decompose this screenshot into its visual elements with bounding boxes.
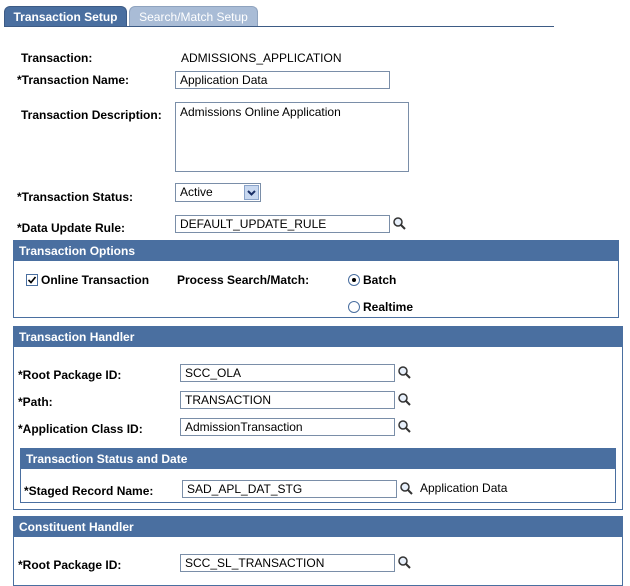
- application-class-id-input[interactable]: AdmissionTransaction: [180, 418, 395, 436]
- staged-record-name-label: *Staged Record Name:: [24, 484, 154, 498]
- data-update-rule-label: *Data Update Rule:: [17, 221, 126, 235]
- transaction-description-label: Transaction Description:: [21, 108, 162, 122]
- root-package-id-input[interactable]: SCC_OLA: [180, 364, 395, 382]
- path-label: *Path:: [18, 395, 53, 409]
- chevron-down-icon[interactable]: [244, 185, 259, 200]
- lookup-icon[interactable]: [397, 365, 412, 380]
- constituent-handler-header: Constituent Handler: [14, 517, 622, 537]
- transaction-status-value: Active: [180, 185, 213, 199]
- transaction-name-input[interactable]: Application Data: [175, 71, 390, 89]
- data-update-rule-input[interactable]: DEFAULT_UPDATE_RULE: [175, 215, 390, 233]
- tab-search-match-setup[interactable]: Search/Match Setup: [129, 6, 258, 27]
- lookup-icon[interactable]: [399, 481, 414, 496]
- radio-selected-dot: [352, 278, 356, 282]
- tab-transaction-setup[interactable]: Transaction Setup: [4, 6, 127, 27]
- lookup-icon[interactable]: [397, 555, 412, 570]
- tab-divider: [4, 26, 554, 27]
- transaction-value: ADMISSIONS_APPLICATION: [181, 51, 342, 65]
- realtime-radio[interactable]: [348, 301, 360, 313]
- transaction-handler-header: Transaction Handler: [14, 327, 622, 347]
- constituent-root-package-id-label: *Root Package ID:: [18, 558, 122, 572]
- transaction-name-label: *Transaction Name:: [17, 73, 130, 87]
- application-class-id-label: *Application Class ID:: [18, 422, 143, 436]
- transaction-status-date-group: Transaction Status and Date *Staged Reco…: [20, 448, 616, 503]
- transaction-status-date-header: Transaction Status and Date: [21, 449, 615, 469]
- batch-radio[interactable]: [348, 274, 360, 286]
- process-search-match-label: Process Search/Match:: [177, 273, 310, 287]
- transaction-description-textarea[interactable]: Admissions Online Application: [175, 102, 409, 172]
- lookup-icon[interactable]: [392, 216, 407, 231]
- lookup-icon[interactable]: [397, 419, 412, 434]
- realtime-label: Realtime: [363, 300, 414, 314]
- constituent-root-package-id-input[interactable]: SCC_SL_TRANSACTION: [180, 554, 395, 572]
- transaction-handler-group: Transaction Handler *Root Package ID: SC…: [13, 326, 623, 510]
- path-input[interactable]: TRANSACTION: [180, 391, 395, 409]
- transaction-options-group: Transaction Options Online Transaction P…: [13, 240, 619, 318]
- lookup-icon[interactable]: [397, 392, 412, 407]
- transaction-status-select[interactable]: Active: [175, 183, 261, 202]
- transaction-options-header: Transaction Options: [14, 241, 618, 261]
- transaction-status-label: *Transaction Status:: [17, 190, 134, 204]
- staged-record-description: Application Data: [420, 481, 508, 495]
- batch-label: Batch: [363, 273, 397, 287]
- staged-record-name-input[interactable]: SAD_APL_DAT_STG: [182, 480, 397, 498]
- transaction-label: Transaction:: [21, 51, 93, 65]
- constituent-handler-group: Constituent Handler *Root Package ID: SC…: [13, 516, 623, 586]
- root-package-id-label: *Root Package ID:: [18, 368, 122, 382]
- online-transaction-checkbox[interactable]: [26, 274, 38, 286]
- checkmark-icon: [27, 276, 37, 284]
- online-transaction-label: Online Transaction: [41, 273, 150, 287]
